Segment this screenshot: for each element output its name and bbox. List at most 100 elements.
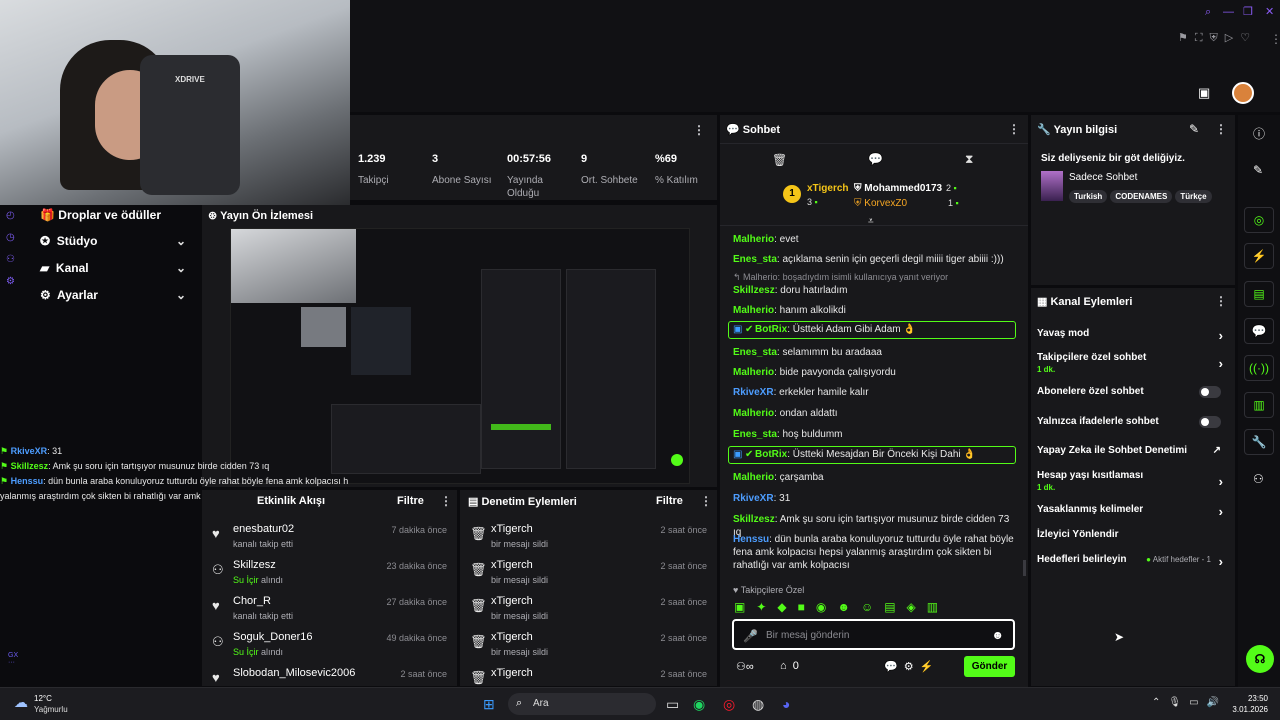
moderation-row[interactable]: 🗑 xTigerch bir mesajı sildi 2 saat önce	[460, 592, 717, 628]
chat-message[interactable]: Enes_sta: açıklama senin için geçerli de…	[733, 253, 1018, 266]
points-infinity[interactable]: ⚇∞	[736, 660, 754, 673]
chevron-right-icon: ›	[1218, 474, 1223, 489]
channel-action[interactable]: İzleyici Yönlendir	[1037, 529, 1229, 540]
activity-time: 27 dakika önce	[386, 597, 447, 607]
chat-message[interactable]: Skillzesz: doru hatırladım	[733, 284, 1018, 297]
bot-message[interactable]: ▣ ✔ BotRix: Üstteki Adam Gibi Adam 👌	[728, 321, 1016, 339]
nav-channel[interactable]: ▰ Kanal ⌄	[40, 261, 200, 275]
left-rail-icons[interactable]: ◴ ◷ ⚇ ⚙	[6, 205, 15, 293]
edit-icon[interactable]: ✎	[1253, 163, 1263, 177]
more-icon[interactable]: ⋮	[440, 494, 452, 508]
close-icon[interactable]: ✕	[1265, 5, 1274, 18]
activity-row[interactable]: ⚇ Skillzesz Su İçir alındı 23 dakika önc…	[202, 556, 457, 592]
nav-settings[interactable]: ⚙ Ayarlar ⌄	[40, 288, 200, 302]
moderation-filter[interactable]: Filtre	[656, 495, 683, 507]
rail-button[interactable]: ▥	[1244, 392, 1274, 418]
channel-action[interactable]: Takipçilere özel sohbet 1 dk. ›	[1037, 352, 1229, 374]
chat-message[interactable]: RkiveXR: erkekler hamile kalır	[733, 386, 1018, 399]
screen: ⌕ — ❐ ✕ ⚑⛶⛨▷♡ ⋮ ▣ XDRIVE ⋮ 1.239 Takipçi …	[0, 0, 1280, 720]
opera-gx-icon[interactable]: ◎	[723, 696, 735, 713]
windows-start-icon[interactable]: ⊞	[483, 696, 495, 713]
more-icon[interactable]: ⋮	[700, 494, 712, 508]
top-chatter-1[interactable]: xTigerch	[807, 183, 849, 194]
activity-row[interactable]: ♥ Chor_R kanalı takip etti 27 dakika önc…	[202, 592, 457, 628]
controller-icon[interactable]: ▣	[1198, 85, 1210, 101]
nav-drops[interactable]: 🎁 Droplar ve ödüller	[40, 208, 161, 222]
nav-studio[interactable]: ✪ Stüdyo ⌄	[40, 234, 200, 248]
activity-filter[interactable]: Filtre	[397, 495, 424, 507]
chat-message[interactable]: Henssu: dün bunla araba konuluyoruz tutt…	[733, 533, 1018, 572]
send-button[interactable]: Gönder	[964, 656, 1015, 677]
activity-row[interactable]: ⚇ Soguk_Doner16 Su İçir alındı 49 dakika…	[202, 628, 457, 664]
toggle-switch[interactable]	[1199, 386, 1221, 398]
channel-action[interactable]: Yapay Zeka ile Sohbet Denetimi ↗	[1037, 445, 1229, 456]
category-name[interactable]: Sadece Sohbet	[1069, 172, 1137, 183]
toggle-switch[interactable]	[1199, 416, 1221, 428]
moderation-row[interactable]: 🗑 xTigerch bir mesajı sildi 2 saat önce	[460, 628, 717, 664]
channel-action[interactable]: Hesap yaşı kısıtlaması 1 dk. ›	[1037, 470, 1229, 492]
info-icon[interactable]: ⓘ	[1253, 125, 1265, 142]
moderation-row[interactable]: 🗑 xTigerch bir mesajı sildi 2 saat önce	[460, 520, 717, 556]
channel-action[interactable]: Yavaş mod ›	[1037, 328, 1229, 343]
avatar[interactable]	[1232, 82, 1254, 104]
system-tray-icons[interactable]: ⌃🎙▭🔊	[1152, 697, 1227, 708]
chat-message[interactable]: Malherio: evet	[733, 233, 1018, 246]
rail-button[interactable]: ▤	[1244, 281, 1274, 307]
chat-message[interactable]: Malherio: çarşamba	[733, 471, 1018, 484]
tag[interactable]: CODENAMES	[1110, 190, 1173, 203]
group-icon[interactable]: ⚇	[1253, 472, 1264, 486]
weather-icon[interactable]: ☁	[14, 694, 28, 711]
tag[interactable]: Türkçe	[1175, 190, 1212, 203]
discord-icon[interactable]: ◕	[782, 696, 790, 712]
chat-settings-icons[interactable]: 💬 ⚙ ⚡	[884, 660, 933, 673]
chat-message[interactable]: Malherio: ondan aldattı	[733, 407, 1018, 420]
mic-icon[interactable]: 🎤	[743, 629, 758, 643]
restore-icon[interactable]: ❐	[1243, 5, 1253, 18]
search-icon[interactable]: ⌕	[1205, 6, 1211, 19]
bot-icon: ▣	[733, 324, 743, 335]
hourglass-icon[interactable]: ⧗	[965, 152, 973, 167]
top-chatter-2[interactable]: ⛨ Mohammed0173	[854, 183, 942, 194]
chat-scrollbar[interactable]	[1023, 560, 1026, 576]
emoji-icon[interactable]: ☻	[991, 628, 1004, 642]
points: ⌂ 0	[780, 660, 799, 672]
spotify-icon[interactable]: ◉	[693, 696, 705, 713]
right-rail: ⓘ ✎ ◎ ⚡ ▤ 💬 ((·)) ▥ 🔧 ⚇ ☊	[1238, 115, 1280, 687]
top-chatter-3[interactable]: ⛨ KorvexZ0	[854, 198, 907, 209]
channel-action[interactable]: Yasaklanmış kelimeler ›	[1037, 504, 1229, 519]
chat-bubble-icon[interactable]: 💬	[868, 152, 883, 166]
moderation-row[interactable]: 🗑 xTigerch bir mesajı sildi 2 saat önce	[460, 556, 717, 592]
activity-row[interactable]: ♥ enesbatur02 kanalı takip etti 7 dakika…	[202, 520, 457, 556]
trash-icon[interactable]: 🗑	[772, 153, 787, 167]
rail-button[interactable]: ⚡	[1244, 243, 1274, 269]
rail-button[interactable]: ((·))	[1244, 355, 1274, 381]
minimize-icon[interactable]: —	[1223, 6, 1234, 18]
more-icon[interactable]: ⋮	[1008, 122, 1020, 136]
channel-action[interactable]: Yalnızca ifadelerle sohbet	[1037, 416, 1229, 428]
rail-button[interactable]: 🔧	[1244, 429, 1274, 455]
more-icon[interactable]: ⋮	[1215, 294, 1227, 308]
stats-menu-icon[interactable]: ⋮	[693, 123, 705, 137]
chat-message[interactable]: Malherio: hanım alkolikdi	[733, 304, 1018, 317]
more-icon[interactable]: ⋮	[1215, 122, 1227, 136]
tag[interactable]: Turkish	[1069, 190, 1108, 203]
chat-input[interactable]: 🎤 Bir mesaj gönderin ☻	[732, 619, 1015, 650]
browser-toolbar-icons[interactable]: ⚑⛶⛨▷♡	[1178, 31, 1257, 45]
channel-action[interactable]: Abonelere özel sohbet	[1037, 386, 1229, 398]
support-icon[interactable]: ☊	[1246, 645, 1274, 673]
emote-row[interactable]: ▣✦◆■◉☻☺▤◈▥	[734, 600, 949, 614]
chat-message[interactable]: RkiveXR: 31	[733, 492, 1018, 505]
channel-action[interactable]: Hedefleri belirleyin ● Aktif hedefler - 1…	[1037, 554, 1229, 569]
chat-message[interactable]: Malherio: bide pavyonda çalışıyordu	[733, 366, 1018, 379]
bot-message[interactable]: ▣ ✔ BotRix: Üstteki Mesajdan Bir Önceki Ki…	[728, 446, 1016, 464]
chat-message[interactable]: Enes_sta: selamımm bu aradaaa	[733, 346, 1018, 359]
app-icon[interactable]: ◍	[752, 696, 764, 713]
category-thumbnail[interactable]	[1041, 171, 1063, 201]
edit-icon[interactable]: ✎	[1189, 122, 1199, 136]
taskbar-search[interactable]: ⌕ Ara	[508, 693, 656, 715]
file-explorer-icon[interactable]: ▭	[666, 696, 679, 713]
chat-message[interactable]: Enes_sta: hoş buldumm	[733, 428, 1018, 441]
rail-button[interactable]: 💬	[1244, 318, 1274, 344]
rail-button[interactable]: ◎	[1244, 207, 1274, 233]
more-icon[interactable]: ⋮	[1270, 32, 1280, 46]
